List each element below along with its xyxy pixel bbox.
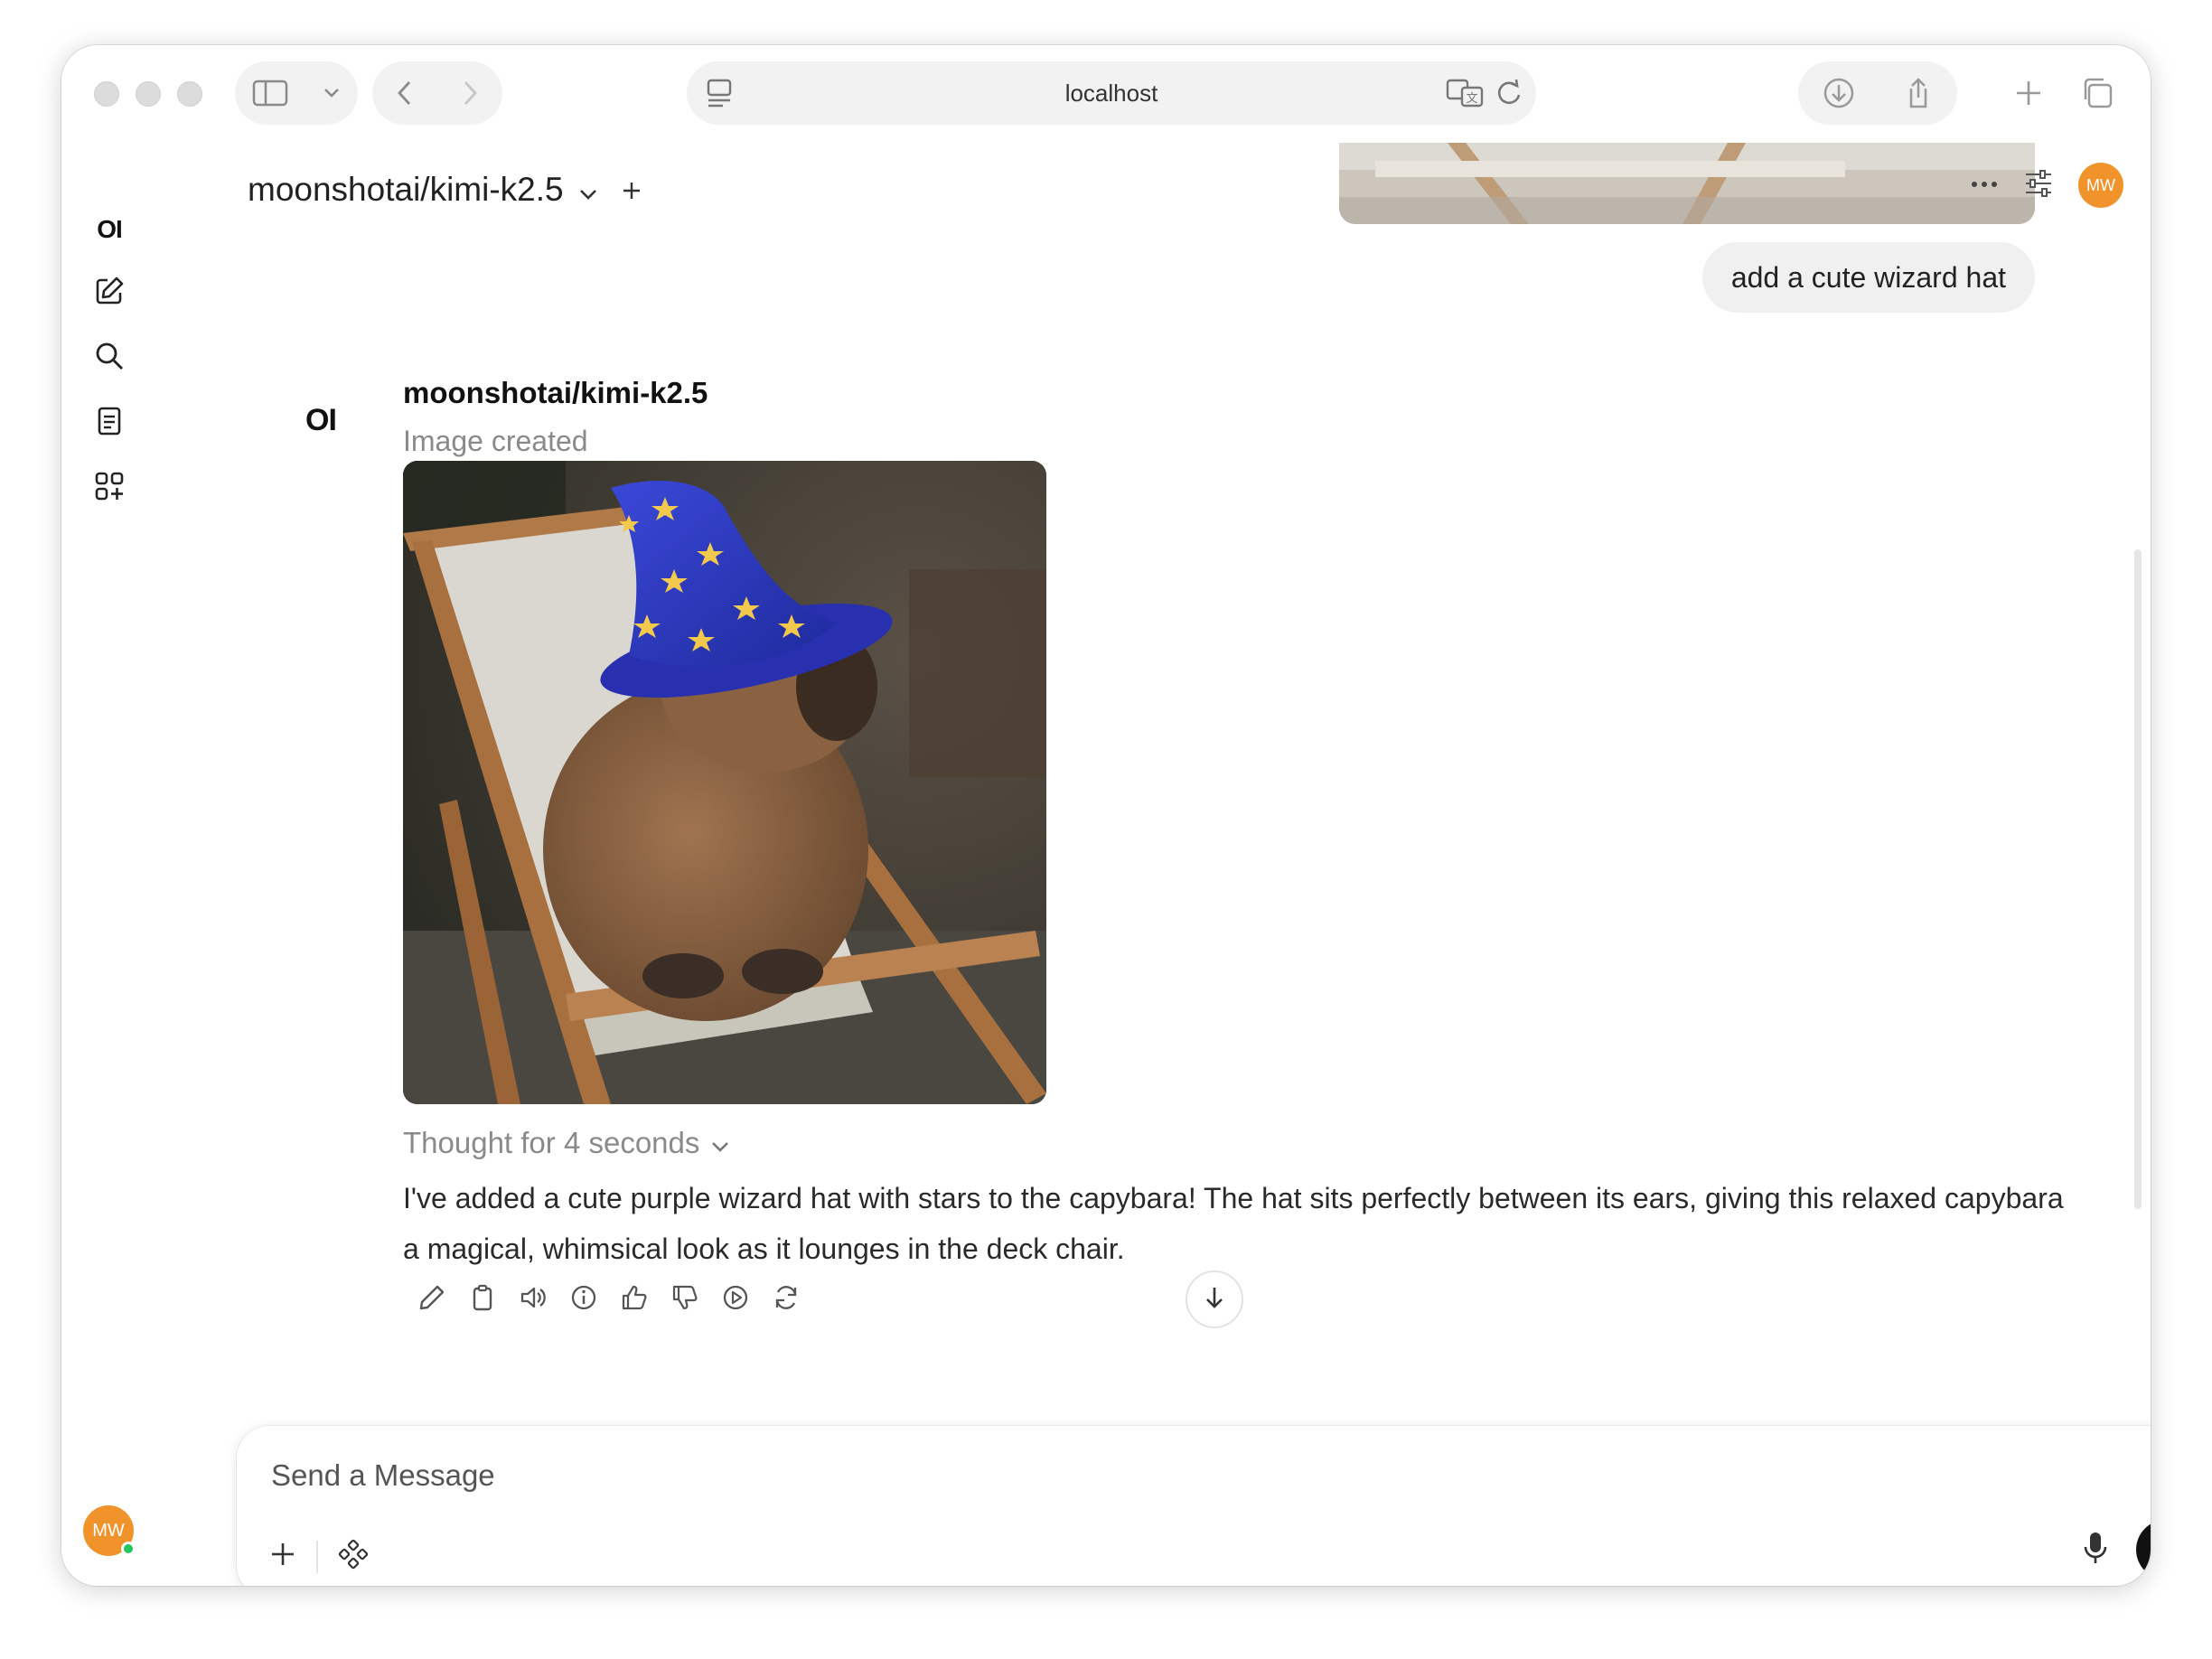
close-window-button[interactable] [94, 81, 119, 107]
read-aloud-icon[interactable] [519, 1283, 548, 1312]
sidebar-toggle-group [235, 61, 358, 125]
document-icon [94, 405, 125, 442]
thought-label: Thought for 4 seconds [403, 1126, 700, 1159]
assistant-status: Image created [403, 425, 588, 457]
forward-icon[interactable] [461, 80, 479, 107]
composer-right-tools [2082, 1520, 2151, 1579]
more-options-icon[interactable] [1970, 177, 1999, 193]
message-input[interactable]: Send a Message [271, 1458, 495, 1493]
window-controls [94, 81, 202, 107]
info-icon[interactable] [569, 1283, 598, 1312]
app-sidebar: OI MW [61, 143, 155, 1586]
chevron-down-icon[interactable] [578, 164, 598, 215]
browser-window: localhost 文 OI MW moonshotai/kimi-k2.5 M… [61, 45, 2151, 1586]
thought-toggle[interactable]: Thought for 4 seconds [403, 1126, 730, 1160]
play-icon[interactable] [721, 1283, 750, 1312]
new-chat-button[interactable] [91, 275, 127, 311]
address-bar[interactable]: localhost 文 [687, 61, 1536, 125]
sidebar-toggle-icon[interactable] [252, 79, 288, 108]
controls-sliders-icon[interactable] [2022, 168, 2055, 203]
apps-grid-icon [93, 470, 126, 507]
model-name: moonshotai/kimi-k2.5 [248, 171, 564, 208]
url-text: localhost [1064, 80, 1158, 107]
tab-overview-icon[interactable] [2080, 76, 2114, 115]
chat-main: moonshotai/kimi-k2.5 MW add a cute wizar… [155, 143, 2151, 1586]
chevron-down-icon[interactable] [323, 87, 341, 99]
workspace-button[interactable] [91, 470, 127, 506]
new-tab-icon[interactable] [2013, 78, 2044, 113]
message-composer: Send a Message [237, 1426, 2151, 1586]
edit-icon [93, 275, 126, 312]
search-button[interactable] [91, 340, 127, 376]
regenerate-icon[interactable] [772, 1283, 801, 1312]
tools-divider [316, 1540, 318, 1573]
translate-icon[interactable]: 文 [1446, 77, 1484, 114]
header-actions: MW [1970, 163, 2123, 208]
thumbs-down-icon[interactable] [670, 1283, 699, 1312]
assistant-logo: OI [305, 403, 337, 437]
logo-text: OI [97, 215, 123, 243]
navigation-group [372, 61, 502, 125]
thumbs-up-icon[interactable] [620, 1283, 649, 1312]
arrow-down-icon [1201, 1284, 1228, 1316]
chevron-down-icon [710, 1126, 730, 1160]
microphone-icon[interactable] [2082, 1530, 2109, 1570]
generated-image[interactable] [403, 461, 1046, 1104]
user-message: add a cute wizard hat [1701, 242, 2035, 313]
voice-mode-button[interactable] [2136, 1520, 2151, 1579]
scroll-to-bottom-button[interactable] [1186, 1270, 1243, 1328]
message-actions [417, 1283, 801, 1312]
chat-scrollbar[interactable] [2134, 549, 2142, 1209]
share-icon[interactable] [1903, 76, 1934, 110]
reload-icon[interactable] [1495, 77, 1523, 114]
search-icon [93, 340, 126, 377]
assistant-name: moonshotai/kimi-k2.5 [403, 376, 708, 409]
minimize-window-button[interactable] [136, 81, 161, 107]
svg-text:文: 文 [1466, 92, 1477, 106]
back-icon[interactable] [396, 80, 414, 107]
copy-icon[interactable] [468, 1283, 497, 1312]
browser-toolbar: localhost 文 [61, 45, 2151, 143]
composer-tools [269, 1539, 369, 1574]
notes-button[interactable] [91, 405, 127, 441]
download-share-group [1798, 61, 1957, 125]
header-avatar[interactable]: MW [2078, 163, 2123, 208]
add-model-icon[interactable] [622, 164, 642, 215]
download-icon[interactable] [1822, 76, 1856, 110]
online-status-dot [121, 1542, 136, 1556]
user-menu-button[interactable]: MW [83, 1505, 136, 1556]
previous-image-preview[interactable] [1339, 143, 2035, 224]
app-logo[interactable]: OI [91, 211, 127, 248]
edit-icon[interactable] [417, 1283, 446, 1312]
model-selector[interactable]: moonshotai/kimi-k2.5 [248, 164, 642, 215]
assistant-answer: I've added a cute purple wizard hat with… [403, 1182, 2064, 1265]
add-attachment-icon[interactable] [269, 1541, 296, 1572]
zoom-window-button[interactable] [177, 81, 202, 107]
integrations-icon[interactable] [338, 1539, 369, 1574]
